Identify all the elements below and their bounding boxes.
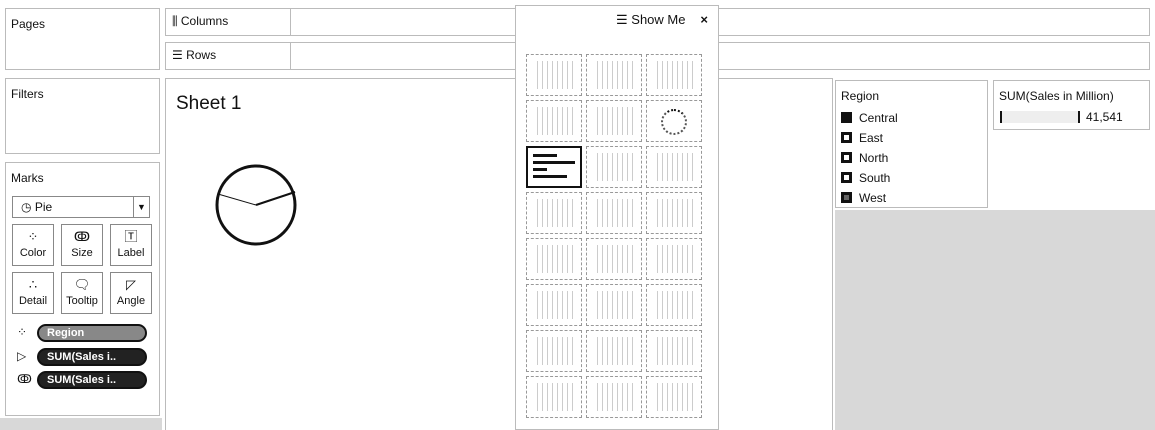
size-button[interactable]: ↂ Size xyxy=(61,224,103,266)
rows-label: ☰ Rows xyxy=(166,43,291,69)
show-me-pie-icon[interactable] xyxy=(646,100,702,142)
size-range-bar xyxy=(1000,111,1080,123)
show-me-discrete-lines-icon[interactable] xyxy=(586,238,642,280)
marks-title: Marks xyxy=(11,171,44,185)
size-legend-title: SUM(Sales in Million) xyxy=(999,89,1114,103)
color-button[interactable]: ⁘ Color xyxy=(12,224,54,266)
tooltip-label: Tooltip xyxy=(66,295,98,307)
size-legend: SUM(Sales in Million) 41,541 xyxy=(993,80,1150,130)
legend-item-south[interactable]: South xyxy=(841,171,890,185)
swatch xyxy=(841,152,852,163)
columns-icon: ⫼ xyxy=(172,14,181,28)
show-me-text-table-icon[interactable] xyxy=(526,54,582,96)
show-me-highlight-table-icon[interactable] xyxy=(646,54,702,96)
show-me-continuous-area-icon[interactable] xyxy=(526,284,582,326)
region-legend-title: Region xyxy=(841,89,880,103)
sum-sales-size-pill[interactable]: SUM(Sales i.. xyxy=(37,371,147,389)
rows-icon: ☰ xyxy=(172,48,187,62)
size-icon: ↂ xyxy=(17,372,32,386)
show-me-gantt-icon[interactable] xyxy=(526,376,582,418)
swatch xyxy=(841,112,852,123)
region-pill[interactable]: Region xyxy=(37,324,147,342)
mark-type-value: Pie xyxy=(34,200,53,214)
show-me-histogram-icon[interactable] xyxy=(586,330,642,372)
show-me-side-by-side-circles-icon[interactable] xyxy=(646,192,702,234)
show-me-title: Show Me xyxy=(631,12,686,27)
show-me-stacked-bars-icon[interactable] xyxy=(586,146,642,188)
legend-item-east[interactable]: East xyxy=(841,131,883,145)
sheet-view[interactable]: Sheet 1 xyxy=(165,78,833,430)
show-me-icon: ☰ xyxy=(616,12,632,27)
show-me-panel: ☰ Show Me × xyxy=(515,5,719,430)
show-me-horizontal-bars-icon[interactable] xyxy=(526,146,582,188)
mark-type-dropdown[interactable]: ◷ Pie ▼ xyxy=(12,196,150,218)
close-icon[interactable]: × xyxy=(700,12,708,27)
show-me-bullet-icon[interactable] xyxy=(586,376,642,418)
angle-icon: ◸ xyxy=(126,277,136,292)
size-icon: ↂ xyxy=(73,229,91,244)
detail-label: Detail xyxy=(18,295,48,307)
tooltip-icon: 🗨 xyxy=(73,277,91,292)
angle-button[interactable]: ◸ Angle xyxy=(110,272,152,314)
label-label: Label xyxy=(117,247,145,259)
detail-button[interactable]: ∴ Detail xyxy=(12,272,54,314)
show-me-treemap-icon[interactable] xyxy=(526,192,582,234)
size-label: Size xyxy=(71,247,93,259)
columns-label: ⫼ Columns xyxy=(166,9,291,35)
legend-item-central[interactable]: Central xyxy=(841,111,898,125)
pages-title: Pages xyxy=(11,17,46,31)
show-me-discrete-area-icon[interactable] xyxy=(586,284,642,326)
show-me-scatter-plot-icon[interactable] xyxy=(526,330,582,372)
show-me-dual-combination-icon[interactable] xyxy=(646,284,702,326)
show-me-header: ☰ Show Me xyxy=(616,12,685,28)
region-legend: Region Central East North South West xyxy=(835,80,988,208)
show-me-box-and-whisker-icon[interactable] xyxy=(646,330,702,372)
background-area xyxy=(835,210,1155,430)
legend-item-west[interactable]: West xyxy=(841,191,886,205)
pie-chart[interactable] xyxy=(214,163,298,247)
filters-card[interactable]: Filters xyxy=(5,78,160,154)
size-max-value: 41,541 xyxy=(1086,110,1123,124)
label-button[interactable]: 🅃 Label xyxy=(110,224,152,266)
color-label: Color xyxy=(19,247,47,259)
pie-clock-icon: ◷ xyxy=(21,200,35,214)
swatch xyxy=(841,192,852,203)
swatch xyxy=(841,132,852,143)
sheet-title: Sheet 1 xyxy=(176,93,242,114)
swatch xyxy=(841,172,852,183)
label-T-icon: 🅃 xyxy=(124,229,138,244)
detail-icon: ∴ xyxy=(28,277,38,292)
show-me-heat-map-icon[interactable] xyxy=(586,54,642,96)
angle-label: Angle xyxy=(116,295,146,307)
show-me-dual-lines-icon[interactable] xyxy=(646,238,702,280)
show-me-filled-map-icon[interactable] xyxy=(586,100,642,142)
sum-sales-angle-pill[interactable]: SUM(Sales i.. xyxy=(37,348,147,366)
background-area xyxy=(0,418,162,430)
color-dots-icon: ⁘ xyxy=(27,229,39,244)
pages-card[interactable]: Pages xyxy=(5,8,160,70)
tooltip-button[interactable]: 🗨 Tooltip xyxy=(61,272,103,314)
filters-title: Filters xyxy=(11,87,44,101)
angle-icon: ▷ xyxy=(17,349,27,363)
show-me-circle-views-icon[interactable] xyxy=(586,192,642,234)
color-dots-icon: ⁘ xyxy=(17,325,28,339)
chevron-down-icon[interactable]: ▼ xyxy=(133,197,149,217)
show-me-packed-bubbles-icon[interactable] xyxy=(646,376,702,418)
show-me-continuous-lines-icon[interactable] xyxy=(526,238,582,280)
legend-item-north[interactable]: North xyxy=(841,151,888,165)
show-me-symbol-map-icon[interactable] xyxy=(526,100,582,142)
show-me-side-by-side-bars-icon[interactable] xyxy=(646,146,702,188)
